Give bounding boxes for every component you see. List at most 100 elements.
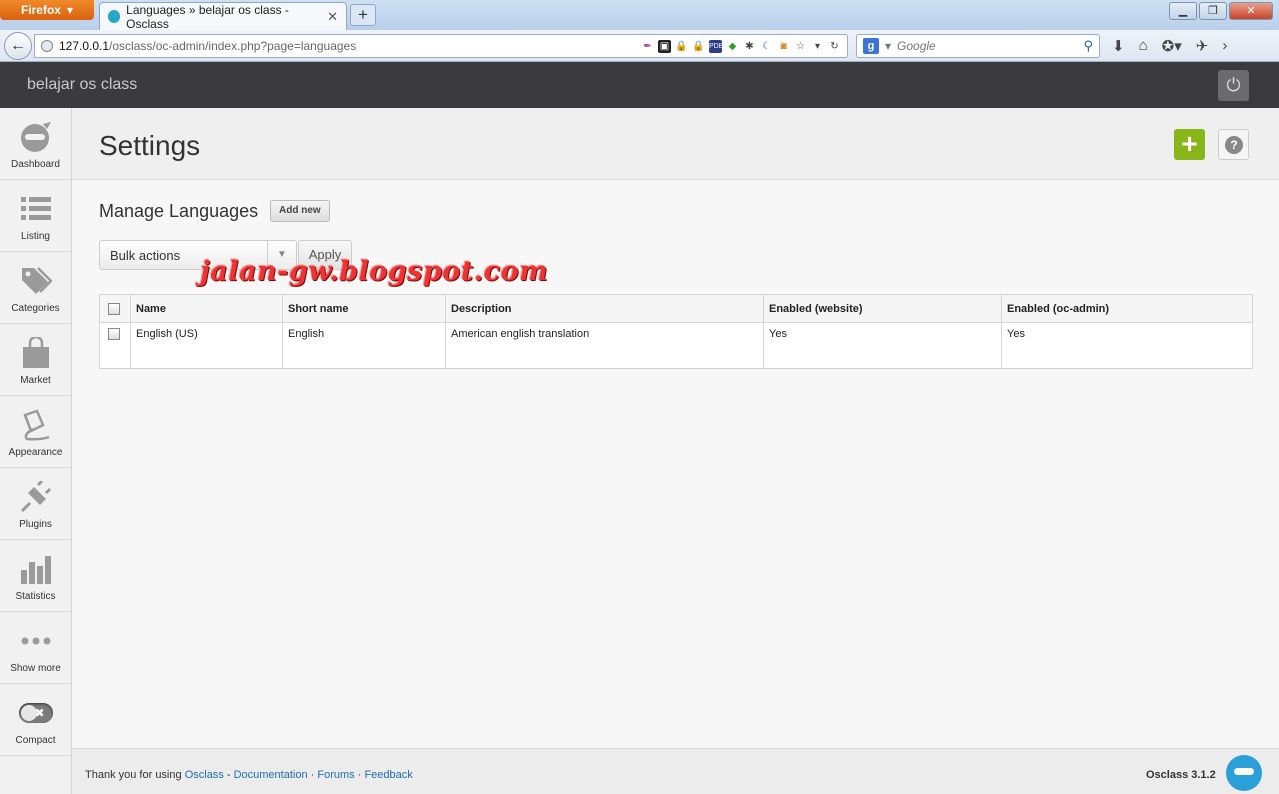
add-new-button[interactable]: Add new bbox=[270, 200, 330, 222]
sidebar-item-label: Categories bbox=[11, 303, 60, 314]
languages-table: Name Short name Description Enabled (web… bbox=[99, 294, 1253, 369]
tab-title: Languages » belajar os class - Osclass bbox=[126, 2, 289, 31]
sidebar-item-label: Dashboard bbox=[11, 159, 60, 170]
addon-shield-icon[interactable]: ◙ bbox=[777, 40, 790, 53]
addon-windows-icon[interactable]: ◆ bbox=[726, 40, 739, 53]
sidebar-item-label: Statistics bbox=[15, 591, 56, 602]
categories-icon bbox=[19, 265, 53, 297]
blog-watermark: jalan-gw.blogspot.com bbox=[200, 256, 549, 287]
footer-link-feedback[interactable]: Feedback bbox=[364, 769, 412, 781]
search-icon[interactable]: ⚲ bbox=[1083, 38, 1093, 54]
sidebar-item-listing[interactable]: Listing bbox=[0, 180, 71, 252]
firefox-menu-button[interactable]: Firefox ▾ bbox=[0, 0, 94, 20]
chevron-down-icon: ▾ bbox=[66, 3, 74, 17]
admin-footer: Thank you for using Osclass - Documentat… bbox=[72, 748, 1279, 794]
version-label: Osclass 3.1.2 bbox=[1146, 769, 1216, 781]
site-title[interactable]: belajar os class bbox=[27, 76, 137, 94]
sidebar-item-label: Compact bbox=[15, 735, 56, 746]
footer-link-forums[interactable]: Forums bbox=[317, 769, 354, 781]
select-all-cell bbox=[99, 294, 131, 323]
add-plus-icon[interactable]: + bbox=[1174, 129, 1205, 160]
language-description: American english translation bbox=[445, 322, 764, 369]
section-title: Manage Languages bbox=[99, 201, 259, 221]
column-header[interactable]: Name bbox=[130, 294, 283, 323]
sidebar-item-appearance[interactable]: Appearance bbox=[0, 396, 71, 468]
sidebar-item-market[interactable]: Market bbox=[0, 324, 71, 396]
select-all-checkbox[interactable] bbox=[108, 302, 120, 315]
window-close-icon[interactable]: ✕ bbox=[1229, 2, 1273, 20]
url-path: /osclass/oc-admin/index.php?page=languag… bbox=[109, 39, 357, 53]
bookmarks-icon[interactable]: ✪▾ bbox=[1162, 37, 1182, 55]
sidebar-item-dashboard[interactable]: Dashboard bbox=[0, 108, 71, 180]
market-icon bbox=[19, 337, 53, 369]
page-header: Settings + ? bbox=[72, 108, 1279, 180]
plugins-icon bbox=[19, 481, 53, 513]
minimize-icon[interactable]: ▁ bbox=[1169, 2, 1197, 20]
sidebar-item-label: Listing bbox=[21, 231, 50, 242]
star-icon[interactable]: ☆ bbox=[794, 40, 807, 53]
close-icon[interactable]: ✕ bbox=[327, 9, 338, 25]
language-name[interactable]: English (US) bbox=[130, 322, 283, 369]
column-header[interactable]: Enabled (oc-admin) bbox=[1001, 294, 1253, 323]
search-input[interactable]: g ▾ Google ⚲ bbox=[856, 34, 1100, 58]
lock-icon[interactable]: 🔒 bbox=[692, 40, 705, 53]
column-header[interactable]: Description bbox=[445, 294, 764, 323]
firefox-menu-label: Firefox bbox=[20, 3, 61, 17]
sidebar-item-label: Appearance bbox=[8, 447, 63, 458]
browser-tab[interactable]: Languages » belajar os class - Osclass ✕ bbox=[99, 2, 347, 31]
osclass-favicon-icon bbox=[108, 10, 121, 23]
feather-icon[interactable]: ✒ bbox=[641, 40, 654, 53]
appearance-icon bbox=[19, 409, 53, 441]
bulk-actions-value: Bulk actions bbox=[110, 247, 181, 263]
help-button[interactable]: ? bbox=[1218, 129, 1249, 160]
dashboard-icon bbox=[19, 121, 53, 153]
sidebar-item-plugins[interactable]: Plugins bbox=[0, 468, 71, 540]
footer-link-osclass[interactable]: Osclass bbox=[185, 769, 224, 781]
sidebar-item-label: Plugins bbox=[19, 519, 52, 530]
listing-icon bbox=[19, 193, 53, 225]
admin-sidebar: Dashboard Listing Categories Market Appe… bbox=[0, 108, 72, 794]
search-engine-chevron-icon[interactable]: ▾ bbox=[885, 39, 891, 53]
addon-pdb-icon[interactable]: PDB bbox=[709, 39, 723, 53]
sidebar-item-statistics[interactable]: Statistics bbox=[0, 540, 71, 612]
addon-box-icon[interactable]: ▣ bbox=[658, 39, 671, 53]
enabled-admin: Yes bbox=[1001, 322, 1253, 369]
download-icon[interactable]: ⬇ bbox=[1112, 37, 1125, 55]
new-tab-button[interactable]: + bbox=[350, 4, 376, 26]
menu-chevron-icon[interactable]: › bbox=[1222, 37, 1227, 55]
column-header[interactable]: Short name bbox=[282, 294, 446, 323]
chevron-down-icon[interactable]: ▾ bbox=[811, 40, 824, 53]
new-tab-label: + bbox=[358, 5, 368, 24]
osclass-logo-icon[interactable] bbox=[1226, 755, 1262, 791]
logout-power-icon[interactable]: ⏻ bbox=[1218, 70, 1249, 101]
table-header-row: Name Short name Description Enabled (web… bbox=[99, 294, 1253, 323]
back-arrow-icon[interactable]: ← bbox=[4, 32, 32, 60]
reload-icon[interactable]: ↻ bbox=[828, 40, 841, 53]
globe-icon bbox=[41, 40, 53, 52]
addon-gear-icon[interactable]: ✈ bbox=[1196, 37, 1209, 55]
google-icon[interactable]: g bbox=[863, 38, 879, 54]
sidebar-item-categories[interactable]: Categories bbox=[0, 252, 71, 324]
footer-link-documentation[interactable]: Documentation bbox=[234, 769, 308, 781]
column-header[interactable]: Enabled (website) bbox=[763, 294, 1002, 323]
url-bar[interactable]: 127.0.0.1/osclass/oc-admin/index.php?pag… bbox=[34, 34, 848, 58]
browser-toolbar: ⬇ ⌂ ✪▾ ✈ › bbox=[1112, 37, 1227, 55]
addon-moon-icon[interactable]: ☾ bbox=[760, 40, 773, 53]
compact-toggle-icon[interactable]: ✖ bbox=[18, 697, 53, 729]
addon-bug-icon[interactable]: ✱ bbox=[743, 40, 756, 53]
more-icon bbox=[19, 625, 53, 657]
browser-tabbar: Firefox ▾ Languages » belajar os class -… bbox=[0, 0, 1279, 31]
browser-navbar: ← 127.0.0.1/osclass/oc-admin/index.php?p… bbox=[0, 30, 1279, 62]
lock-icon[interactable]: 🔒 bbox=[675, 40, 688, 53]
row-checkbox[interactable] bbox=[108, 328, 120, 341]
window-controls: ▁ ❐ ✕ bbox=[1169, 2, 1273, 20]
sidebar-item-label: Market bbox=[20, 375, 51, 386]
restore-icon[interactable]: ❐ bbox=[1199, 2, 1227, 20]
sidebar-item-label: Show more bbox=[10, 663, 61, 674]
help-icon: ? bbox=[1225, 136, 1243, 154]
sidebar-item-show-more[interactable]: Show more bbox=[0, 612, 71, 684]
footer-links: Thank you for using Osclass - Documentat… bbox=[85, 769, 413, 781]
home-icon[interactable]: ⌂ bbox=[1139, 37, 1148, 55]
row-select-cell bbox=[99, 322, 131, 369]
sidebar-item-compact[interactable]: ✖ Compact bbox=[0, 684, 71, 756]
